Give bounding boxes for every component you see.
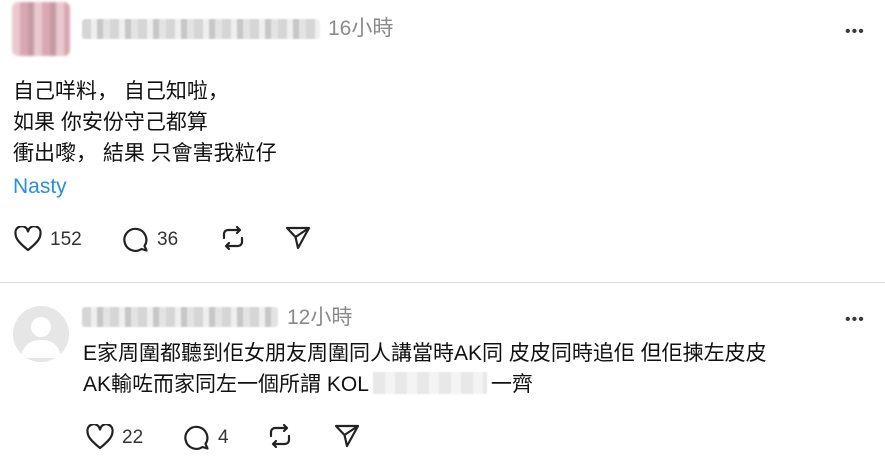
reply-text: E家周圍都聽到佢女朋友周圍同人講當時AK同 皮皮同時追佢 但佢揀左皮皮 AK輸咗… [83,338,767,400]
reply-line-2-end: 一齊 [490,373,533,396]
reply-line-1: E家周圍都聽到佢女朋友周圍同人講當時AK同 皮皮同時追佢 但佢揀左皮皮 [83,342,767,365]
reply-repost-button[interactable] [266,422,294,455]
like-button[interactable]: 152 [14,226,82,252]
send-icon [285,226,311,250]
comment-bubble-icon [184,425,209,450]
share-button[interactable] [285,225,311,256]
send-icon [334,424,360,448]
post-line-2: 如果 你安份守己都算 [13,111,208,134]
repost-button[interactable] [219,224,247,257]
post-timestamp: 16小時 [328,17,394,40]
reply-avatar[interactable] [13,306,69,362]
reply-share-button[interactable] [334,423,360,454]
reply-like-button[interactable]: 22 [86,424,143,450]
post-text: 自己咩料， 自己知啦， 如果 你安份守己都算 衝出嚟， 結果 只會害我粒仔 [13,76,277,169]
repost-icon [222,225,244,251]
reply-author-name-redacted[interactable] [82,307,278,327]
author-avatar[interactable] [12,2,70,56]
redacted-name-block [372,372,487,394]
heart-icon [14,226,42,252]
default-avatar-icon [21,317,61,358]
comment-button[interactable]: 36 [121,225,178,253]
heart-icon [86,424,114,450]
comment-count: 36 [157,228,179,250]
reply-like-count: 22 [122,426,144,448]
post-divider [0,282,885,283]
reply-more-options-icon[interactable]: ••• [845,312,865,328]
reply-comment-button[interactable]: 4 [182,423,229,451]
reply-line-2-start: AK輸咗而家同左一個所謂 KOL [83,373,369,396]
like-count: 152 [50,228,82,250]
author-name-redacted[interactable] [82,19,320,39]
post-line-3: 衝出嚟， 結果 只會害我粒仔 [13,142,277,165]
more-options-icon[interactable]: ••• [845,24,865,40]
comment-bubble-icon [123,227,148,252]
topic-tag[interactable]: Nasty [13,176,67,197]
reply-comment-count: 4 [218,426,229,448]
post-line-1: 自己咩料， 自己知啦， [13,80,229,103]
repost-icon [269,423,291,449]
reply-timestamp: 12小時 [287,306,353,329]
reply-line-2: AK輸咗而家同左一個所謂 KOL 一齊 [83,369,767,400]
